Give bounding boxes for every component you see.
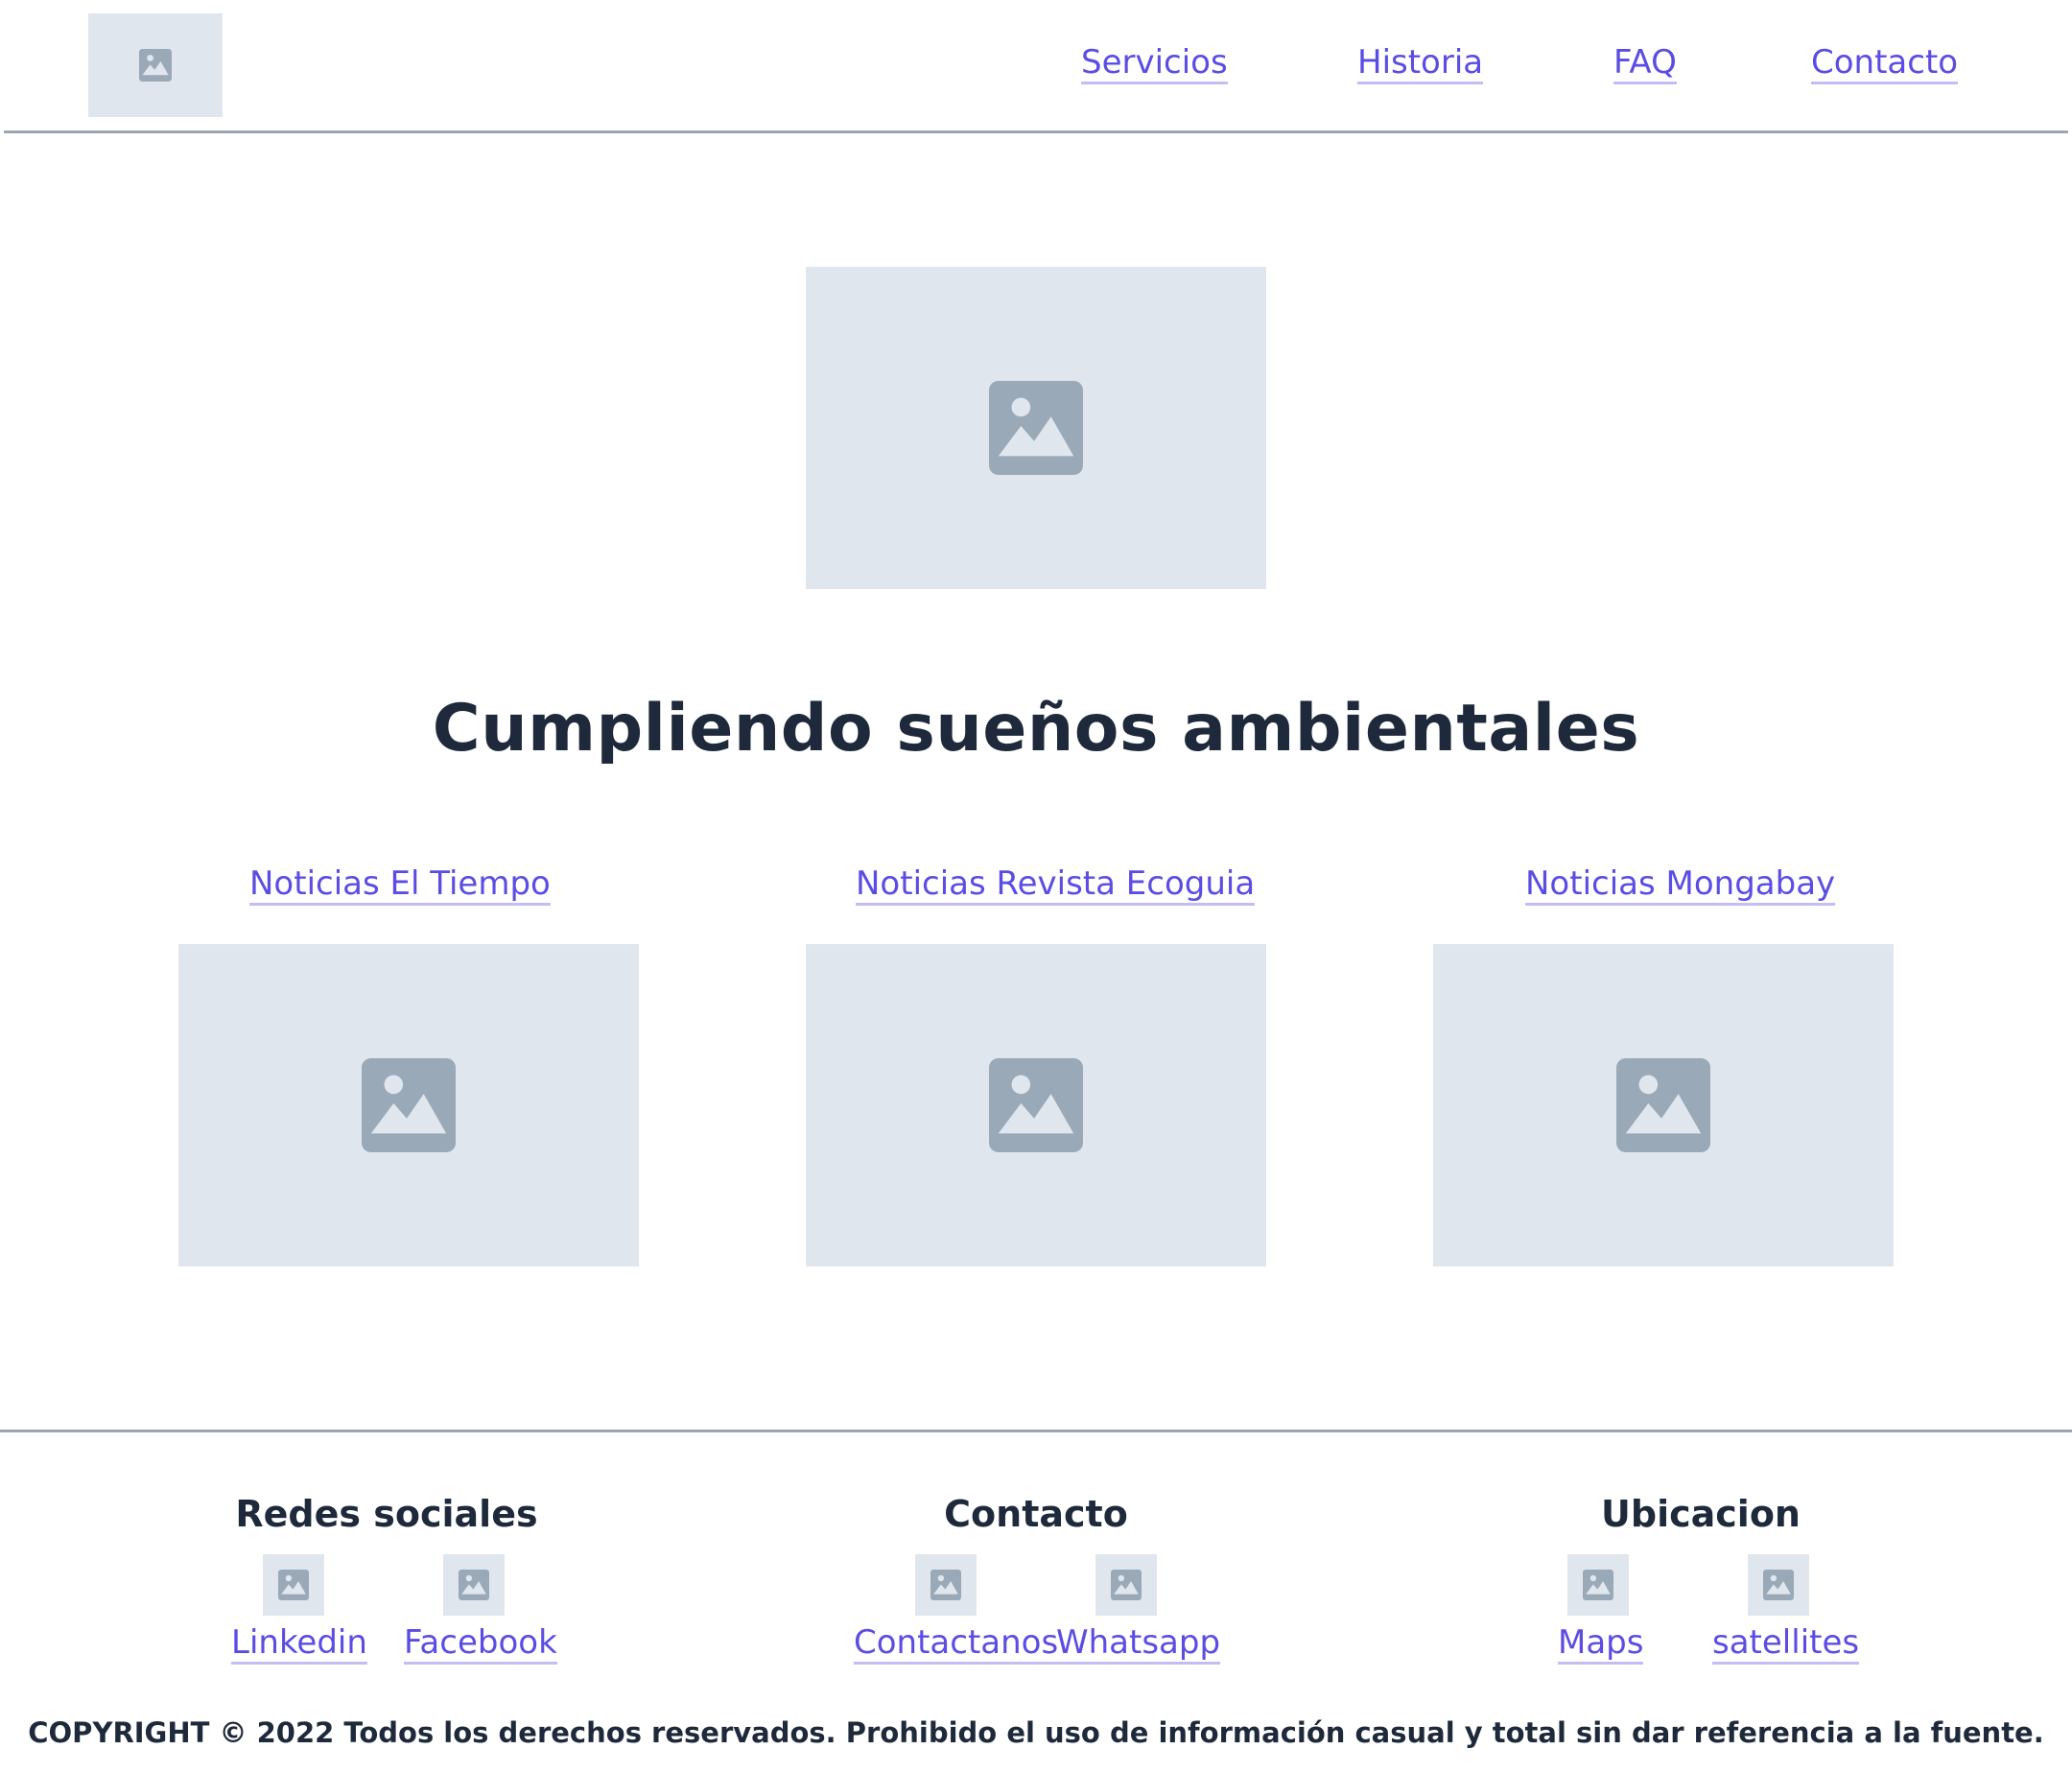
- news-image-el-tiempo: [178, 944, 639, 1266]
- hero-image: [806, 267, 1266, 589]
- image-placeholder-icon: [989, 381, 1083, 475]
- nav-servicios[interactable]: Servicios: [1081, 43, 1228, 85]
- facebook-icon[interactable]: [443, 1554, 505, 1616]
- image-placeholder-icon: [1616, 1058, 1710, 1152]
- image-placeholder-icon: [1111, 1570, 1142, 1600]
- maps-icon[interactable]: [1567, 1554, 1629, 1616]
- copyright-text: COPYRIGHT © 2022 Todos los derechos rese…: [28, 1716, 2044, 1749]
- image-placeholder-icon: [139, 49, 172, 82]
- nav-faq[interactable]: FAQ: [1613, 43, 1677, 85]
- whatsapp-icon[interactable]: [1095, 1554, 1157, 1616]
- footer-link-contactanos[interactable]: Contactanos: [854, 1623, 1059, 1666]
- page-title: Cumpliendo sueños ambientales: [432, 691, 1640, 767]
- image-placeholder-icon: [930, 1570, 961, 1600]
- nav-contacto[interactable]: Contacto: [1811, 43, 1959, 85]
- news-link-el-tiempo[interactable]: Noticias El Tiempo: [249, 864, 551, 907]
- footer-link-maps[interactable]: Maps: [1558, 1623, 1644, 1666]
- footer-title-redes-sociales: Redes sociales: [235, 1493, 538, 1535]
- header-divider: [4, 130, 2068, 133]
- news-image-revista-ecoguia: [806, 944, 1266, 1266]
- logo[interactable]: [88, 13, 223, 117]
- satellites-icon[interactable]: [1748, 1554, 1809, 1616]
- news-image-mongabay: [1433, 944, 1894, 1266]
- image-placeholder-icon: [362, 1058, 456, 1152]
- footer-link-linkedin[interactable]: Linkedin: [231, 1623, 367, 1666]
- news-link-mongabay[interactable]: Noticias Mongabay: [1525, 864, 1836, 907]
- image-placeholder-icon: [989, 1058, 1083, 1152]
- footer-title-contacto: Contacto: [944, 1493, 1128, 1535]
- footer-divider: [0, 1430, 2072, 1432]
- footer-link-facebook[interactable]: Facebook: [404, 1623, 557, 1666]
- footer-link-satellites[interactable]: satellites: [1712, 1623, 1860, 1666]
- footer-title-ubicacion: Ubicacion: [1601, 1493, 1801, 1535]
- news-link-revista-ecoguia[interactable]: Noticias Revista Ecoguia: [856, 864, 1256, 907]
- nav-historia[interactable]: Historia: [1357, 43, 1484, 85]
- footer-link-whatsapp[interactable]: Whatsapp: [1056, 1623, 1221, 1666]
- image-placeholder-icon: [278, 1570, 309, 1600]
- image-placeholder-icon: [1583, 1570, 1613, 1600]
- image-placeholder-icon: [459, 1570, 489, 1600]
- linkedin-icon[interactable]: [263, 1554, 324, 1616]
- contactanos-icon[interactable]: [915, 1554, 977, 1616]
- image-placeholder-icon: [1763, 1570, 1794, 1600]
